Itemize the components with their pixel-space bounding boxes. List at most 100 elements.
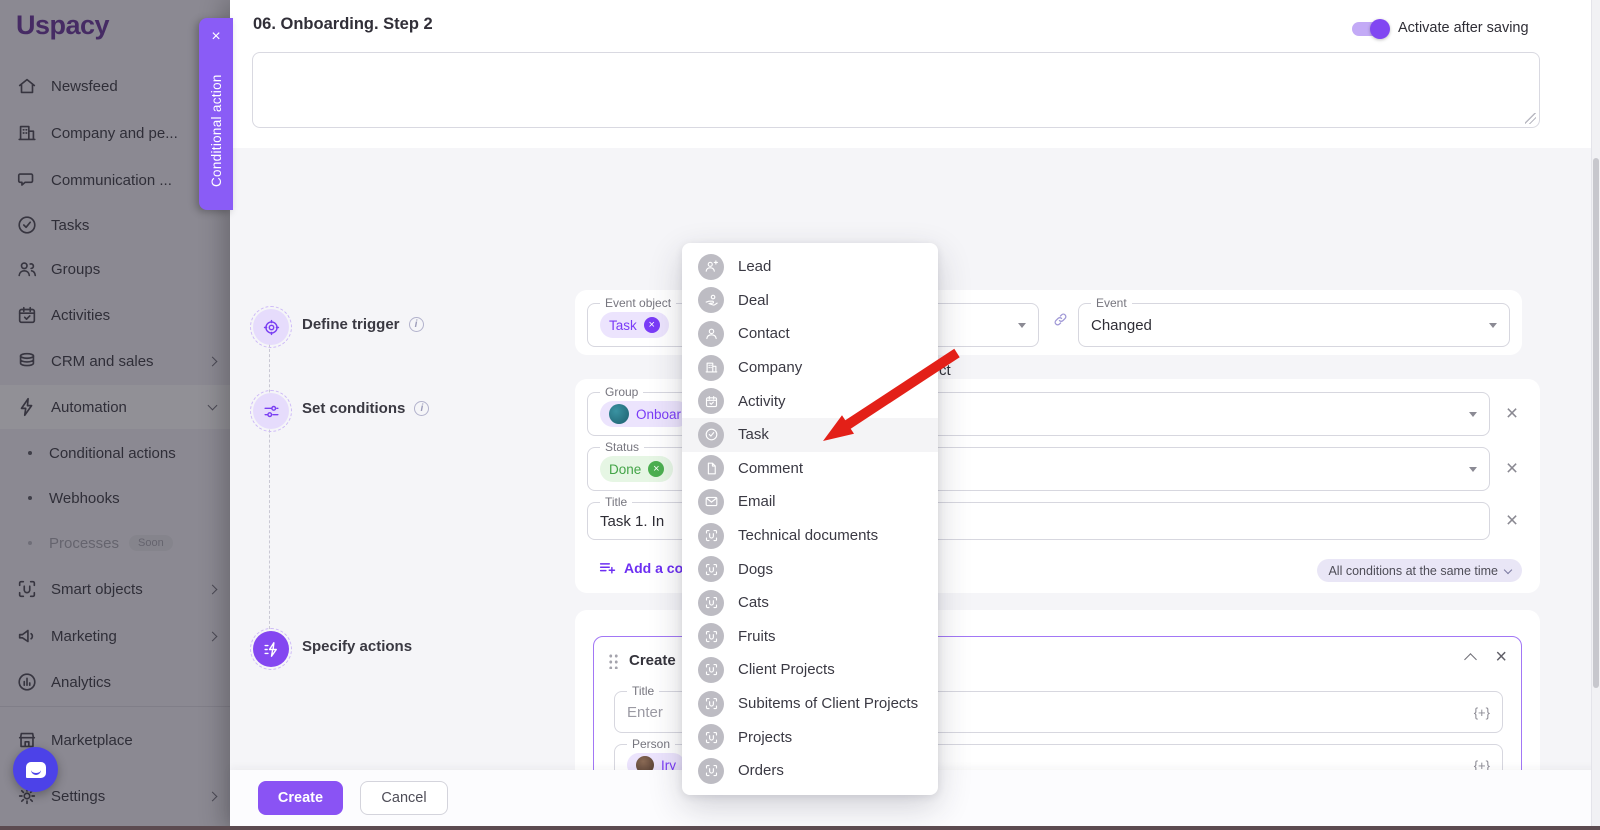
company-icon [698,355,724,381]
smart-object-icon [698,758,724,784]
field-label: Person [627,738,675,751]
define-trigger-step-icon [253,309,289,345]
cancel-button[interactable]: Cancel [360,781,448,815]
drag-handle-icon[interactable] [607,652,618,669]
dropdown-option-orders[interactable]: Orders [682,754,938,788]
step-label-text: Specify actions [302,638,412,655]
dropdown-option-projects[interactable]: Projects [682,720,938,754]
option-label: Client Projects [738,661,835,678]
activate-toggle-label: Activate after saving [1398,20,1529,36]
remove-action-button[interactable] [1495,646,1507,669]
group-avatar [609,404,629,424]
dropdown-caret-icon[interactable] [1018,323,1026,332]
remove-condition-button[interactable] [1500,457,1524,481]
close-icon[interactable] [211,28,220,46]
chat-widget-button[interactable] [13,747,58,792]
status-chip[interactable]: Done [600,456,673,482]
step-connector [269,344,270,634]
step-label-text: Define trigger [302,316,400,333]
define-trigger-step: Define trigger [302,316,424,333]
dropdown-option-comment[interactable]: Comment [682,452,938,486]
group-chip[interactable]: Onboar [600,401,690,427]
contact-icon [698,321,724,347]
title-placeholder: Enter [627,704,663,721]
dropdown-caret-icon[interactable] [1469,467,1477,476]
field-label: Status [600,441,644,454]
create-button[interactable]: Create [258,781,343,815]
chip-label: Onboar [636,407,681,422]
option-label: Comment [738,460,803,477]
resize-handle-icon[interactable] [1525,113,1536,124]
dropdown-option-deal[interactable]: Deal [682,284,938,318]
option-label: Subitems of Client Projects [738,695,918,712]
chip-remove-icon[interactable] [644,317,660,333]
smart-object-icon [698,590,724,616]
conditional-action-tab[interactable]: Conditional action [199,18,233,210]
playlist-add-icon [598,559,616,577]
insert-token-button[interactable]: {+} [1474,705,1490,720]
conditions-match-mode-select[interactable]: All conditions at the same time [1317,559,1522,582]
page-scrollbar [1591,0,1600,826]
smart-object-icon [698,623,724,649]
specify-actions-step-icon [253,631,289,667]
dropdown-option-fruits[interactable]: Fruits [682,620,938,654]
page-title: 06. Onboarding. Step 2 [253,15,433,34]
task-icon [698,422,724,448]
field-label: Group [600,386,643,399]
option-label: Dogs [738,561,773,578]
link-icon [1052,311,1069,333]
title-condition-value-tail: ct [939,362,951,379]
deal-icon [698,287,724,313]
dropdown-option-subitems-of-client-projects[interactable]: Subitems of Client Projects [682,687,938,721]
dropdown-caret-icon[interactable] [1489,323,1497,332]
option-label: Fruits [738,628,776,645]
option-label: Projects [738,729,792,746]
comment-icon [698,455,724,481]
dropdown-option-contact[interactable]: Contact [682,317,938,351]
chip-label: Done [609,462,641,477]
info-icon[interactable] [409,317,424,332]
dropdown-option-task[interactable]: Task [682,418,938,452]
option-label: Deal [738,292,769,309]
event-object-chip[interactable]: Task [600,312,669,338]
field-label: Title [627,685,659,698]
event-select[interactable]: Event Changed [1078,303,1510,347]
set-conditions-step: Set conditions [302,400,429,417]
activity-icon [698,388,724,414]
dropdown-option-cats[interactable]: Cats [682,586,938,620]
collapse-chevron-icon[interactable] [1464,653,1477,666]
dropdown-option-technical-documents[interactable]: Technical documents [682,519,938,553]
lead-icon [698,254,724,280]
field-label: Title [600,496,632,509]
specify-actions-step: Specify actions [302,638,412,655]
dropdown-option-company[interactable]: Company [682,351,938,385]
remove-condition-button[interactable] [1500,509,1524,533]
smart-object-icon [698,691,724,717]
description-textarea[interactable] [252,52,1540,128]
option-label: Activity [738,393,786,410]
option-label: Orders [738,762,784,779]
info-icon[interactable] [414,401,429,416]
dropdown-option-lead[interactable]: Lead [682,250,938,284]
target-icon [262,318,281,337]
action-panel-title: Create [629,652,676,669]
event-object-dropdown: Lead Deal Contact Company Activity Task … [682,243,938,795]
option-label: Email [738,493,776,510]
remove-condition-button[interactable] [1500,402,1524,426]
dropdown-option-client-projects[interactable]: Client Projects [682,653,938,687]
smart-object-icon [698,657,724,683]
scrollbar-thumb[interactable] [1593,158,1599,688]
chip-remove-icon[interactable] [648,461,664,477]
option-label: Contact [738,325,790,342]
dropdown-option-dogs[interactable]: Dogs [682,552,938,586]
bottom-edge-strip [0,826,1600,830]
dropdown-option-activity[interactable]: Activity [682,384,938,418]
smart-object-icon [698,724,724,750]
dropdown-caret-icon[interactable] [1469,412,1477,421]
step-label-text: Set conditions [302,400,405,417]
smart-object-icon [698,523,724,549]
dropdown-option-email[interactable]: Email [682,485,938,519]
option-label: Technical documents [738,527,878,544]
activate-toggle[interactable] [1352,22,1388,36]
chat-bubble-icon [26,762,46,778]
